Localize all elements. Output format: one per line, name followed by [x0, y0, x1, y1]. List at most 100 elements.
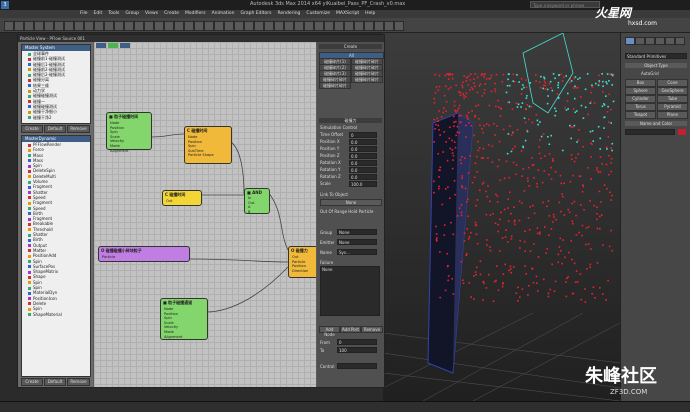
toolbar-button-icon[interactable]	[104, 21, 114, 31]
time-slider[interactable]	[0, 401, 690, 412]
toolbar-button-icon[interactable]	[364, 21, 374, 31]
toolbar-button-icon[interactable]	[234, 21, 244, 31]
flow-node-n5[interactable]: O 碰撞碰撞小碎块粒子 Particle	[98, 246, 190, 262]
depot-remove-button[interactable]: Remove	[67, 378, 90, 386]
menu-item-11[interactable]: MAXScript	[336, 10, 359, 18]
utilities-tab-icon[interactable]	[675, 37, 685, 45]
menu-item-0[interactable]: File	[80, 10, 88, 18]
toolbar-button-icon[interactable]	[264, 21, 274, 31]
add-port-button[interactable]: Add Port	[340, 326, 361, 333]
app-logo-icon[interactable]: 3	[1, 1, 9, 9]
toolbar-button-icon[interactable]	[334, 21, 344, 31]
link-button[interactable]: None	[320, 199, 382, 206]
toolbar-button-icon[interactable]	[374, 21, 384, 31]
sim-section[interactable]: 碰撞力	[319, 118, 382, 123]
failure-list[interactable]: None	[320, 266, 380, 316]
scene-remove-button[interactable]: Remove	[67, 125, 90, 133]
toolbar-button-icon[interactable]	[94, 21, 104, 31]
toolbar-button-icon[interactable]	[244, 21, 254, 31]
toolbar-button-icon[interactable]	[394, 21, 404, 31]
create-plane-button[interactable]: Plane	[657, 111, 688, 119]
toolbar-button-icon[interactable]	[14, 21, 24, 31]
toolbar-button-icon[interactable]	[384, 21, 394, 31]
name-color-section[interactable]: Name and Color	[625, 121, 687, 126]
menu-item-5[interactable]: Create	[164, 10, 179, 18]
field-value[interactable]: 100.0	[349, 181, 377, 187]
menu-item-4[interactable]: Views	[145, 10, 158, 18]
flow-node-n6[interactable]: O 碰撞力 Out Particle Position Direction	[288, 246, 316, 278]
toolbar-button-icon[interactable]	[174, 21, 184, 31]
scene-list-item[interactable]: 碰撞干净2	[22, 115, 90, 120]
create-pyramid-button[interactable]: Pyramid	[657, 103, 688, 111]
create-tube-button[interactable]: Tube	[657, 95, 688, 103]
name-field[interactable]: Sys...	[337, 249, 377, 255]
object-color-swatch[interactable]	[678, 129, 686, 135]
primitives-dropdown[interactable]: Standard Primitives	[625, 53, 687, 59]
toolbar-button-icon[interactable]	[74, 21, 84, 31]
depot-create-button[interactable]: Create	[21, 378, 43, 386]
toolbar-button-icon[interactable]	[314, 21, 324, 31]
object-type-section[interactable]: Object Type	[625, 63, 687, 68]
emitter-dropdown[interactable]: None	[337, 239, 377, 245]
create-torus-button[interactable]: Torus	[625, 103, 656, 111]
group-dropdown[interactable]: None	[337, 229, 377, 235]
toolbar-button-icon[interactable]	[224, 21, 234, 31]
menu-item-6[interactable]: Modifiers	[185, 10, 206, 18]
field-value[interactable]: 0.0	[349, 160, 377, 166]
toolbar-button-icon[interactable]	[304, 21, 314, 31]
field-value[interactable]: 0.0	[349, 139, 377, 145]
menu-item-7[interactable]: Animation	[212, 10, 235, 18]
control-dropdown[interactable]	[337, 363, 377, 369]
autogrid-checkbox[interactable]: AutoGrid	[641, 71, 659, 76]
menu-item-10[interactable]: Customize	[306, 10, 330, 18]
toolbar-button-icon[interactable]	[214, 21, 224, 31]
create-box-button[interactable]: Box	[625, 79, 656, 87]
flow-node-n4[interactable]: ■ AND In Out A B	[244, 188, 270, 214]
node-canvas[interactable]: ■ 粒子碰撞时间 Node Position Spin Scale Velocity Mod…	[94, 42, 316, 387]
field-value[interactable]: 0.0	[349, 167, 377, 173]
menu-item-9[interactable]: Rendering	[277, 10, 300, 18]
menu-item-8[interactable]: Graph Editors	[241, 10, 272, 18]
create-cone-button[interactable]: Cone	[657, 79, 688, 87]
toolbar-button-icon[interactable]	[184, 21, 194, 31]
menu-item-3[interactable]: Group	[125, 10, 139, 18]
toolbar-button-icon[interactable]	[34, 21, 44, 31]
create-teapot-button[interactable]: Teapot	[625, 111, 656, 119]
prop-row-button[interactable]: 碰撞碎片碎片	[319, 82, 351, 89]
toolbar-button-icon[interactable]	[124, 21, 134, 31]
toolbar-button-icon[interactable]	[204, 21, 214, 31]
remove-port-button[interactable]: Remove	[361, 326, 383, 333]
depot-default-button[interactable]: Default	[44, 378, 66, 386]
menu-item-2[interactable]: Tools	[108, 10, 119, 18]
flow-node-n7[interactable]: ■ 粒子碰撞通道 Node Position Spin Scale Velocity Mod…	[160, 298, 208, 340]
toolbar-button-icon[interactable]	[134, 21, 144, 31]
field-value[interactable]: 0.0	[349, 153, 377, 159]
create-cylinder-button[interactable]: Cylinder	[625, 95, 656, 103]
modify-tab-icon[interactable]	[635, 37, 645, 45]
object-name-field[interactable]	[625, 129, 675, 135]
toolbar-button-icon[interactable]	[144, 21, 154, 31]
toolbar-button-icon[interactable]	[324, 21, 334, 31]
toolbar-button-icon[interactable]	[344, 21, 354, 31]
display-tab-icon[interactable]	[665, 37, 675, 45]
to-field[interactable]: 100	[337, 347, 377, 353]
search-input[interactable]: Type a keyword or phrase	[530, 1, 600, 8]
toolbar-button-icon[interactable]	[294, 21, 304, 31]
toolbar-button-icon[interactable]	[114, 21, 124, 31]
prop-row-button[interactable]: 碰撞碎片碎片	[351, 76, 383, 83]
scene-default-button[interactable]: Default	[44, 125, 66, 133]
hierarchy-tab-icon[interactable]	[645, 37, 655, 45]
toolbar-button-icon[interactable]	[164, 21, 174, 31]
toolbar-button-icon[interactable]	[24, 21, 34, 31]
field-value[interactable]: 0.0	[349, 174, 377, 180]
motion-tab-icon[interactable]	[655, 37, 665, 45]
toolbar-button-icon[interactable]	[64, 21, 74, 31]
toolbar-button-icon[interactable]	[254, 21, 264, 31]
toolbar-button-icon[interactable]	[44, 21, 54, 31]
menu-item-1[interactable]: Edit	[94, 10, 103, 18]
create-tab-icon[interactable]	[625, 37, 635, 45]
from-field[interactable]: 0	[337, 339, 377, 345]
flow-node-n3[interactable]: C 碰撞时间 Out	[162, 190, 202, 206]
flow-node-n1[interactable]: ■ 粒子碰撞时间 Node Position Spin Scale Velocity Mod…	[106, 112, 152, 153]
menu-item-12[interactable]: Help	[365, 10, 375, 18]
